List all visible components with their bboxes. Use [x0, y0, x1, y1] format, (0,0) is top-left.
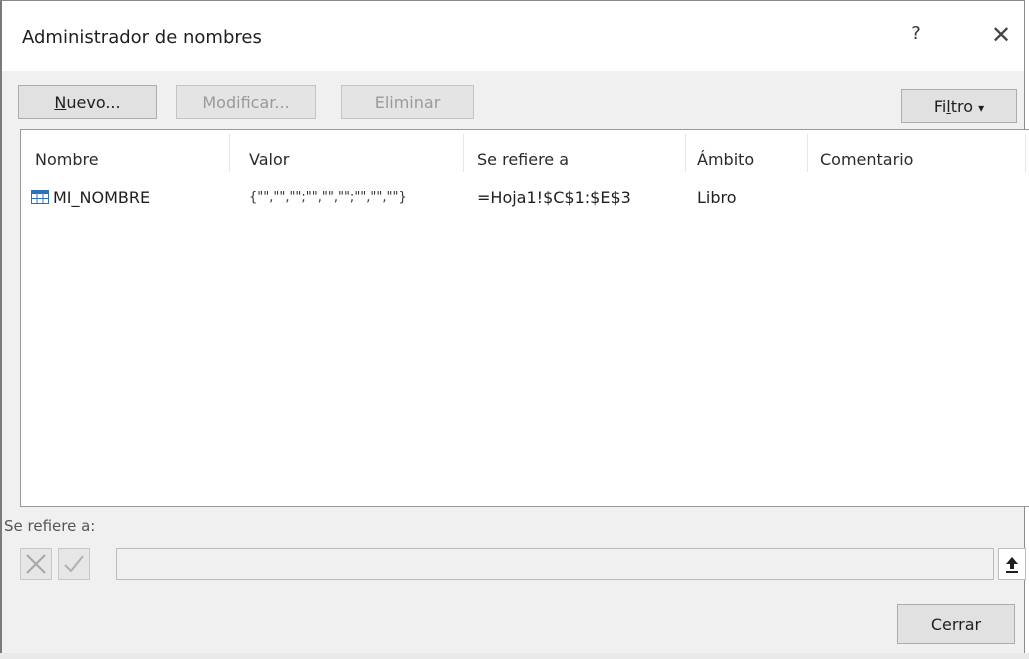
column-header-value[interactable]: Valor [249, 150, 289, 169]
column-header-comment[interactable]: Comentario [820, 150, 913, 169]
refers-to-cell: =Hoja1!$C$1:$E$3 [477, 188, 631, 207]
column-divider[interactable] [229, 134, 230, 172]
collapse-arrow-icon[interactable] [998, 548, 1026, 580]
column-divider[interactable] [1025, 134, 1026, 172]
column-divider[interactable] [807, 134, 808, 172]
refers-to-input[interactable] [116, 548, 994, 580]
edit-button[interactable]: Modificar... [176, 85, 316, 119]
collapse-arrow-glyph [1006, 557, 1018, 573]
new-button-mnemonic: N [54, 93, 67, 112]
close-button[interactable]: Cerrar [897, 604, 1015, 644]
delete-button[interactable]: Eliminar [341, 85, 474, 119]
filter-label-pre: Fi [933, 97, 947, 116]
close-icon[interactable]: ✕ [987, 21, 1015, 49]
named-range-icon [31, 190, 49, 204]
cancel-x-glyph [26, 554, 46, 574]
name-cell: MI_NOMBRE [53, 188, 151, 207]
dialog-title: Administrador de nombres [22, 27, 262, 48]
title-bar: Administrador de nombres ? ✕ [2, 1, 1024, 71]
chevron-down-icon: ▾ [978, 101, 985, 115]
names-list[interactable]: Nombre Valor Se refiere a Ámbito Comenta… [20, 129, 1029, 507]
checkmark-icon[interactable] [58, 548, 90, 580]
column-divider[interactable] [463, 134, 464, 172]
value-cell: {"","","";"","","";"","",""} [249, 190, 407, 205]
filter-button[interactable]: Filtro ▾ [901, 89, 1017, 123]
checkmark-glyph [64, 555, 84, 573]
column-divider[interactable] [685, 134, 686, 172]
refers-to-label: Se refiere a: [4, 517, 96, 535]
column-header-scope[interactable]: Ámbito [697, 150, 754, 169]
column-header-refers-to[interactable]: Se refiere a [477, 150, 569, 169]
cancel-x-icon[interactable] [20, 548, 52, 580]
name-manager-dialog: Administrador de nombres ? ✕ Nuevo... Mo… [0, 0, 1029, 655]
bottom-edge [0, 653, 1029, 659]
filter-label-post: tro [950, 97, 974, 116]
column-header-name[interactable]: Nombre [35, 150, 99, 169]
new-button[interactable]: Nuevo... [18, 85, 157, 119]
scope-cell: Libro [697, 188, 737, 207]
new-button-label: uevo... [66, 93, 121, 112]
help-button[interactable]: ? [904, 23, 928, 47]
